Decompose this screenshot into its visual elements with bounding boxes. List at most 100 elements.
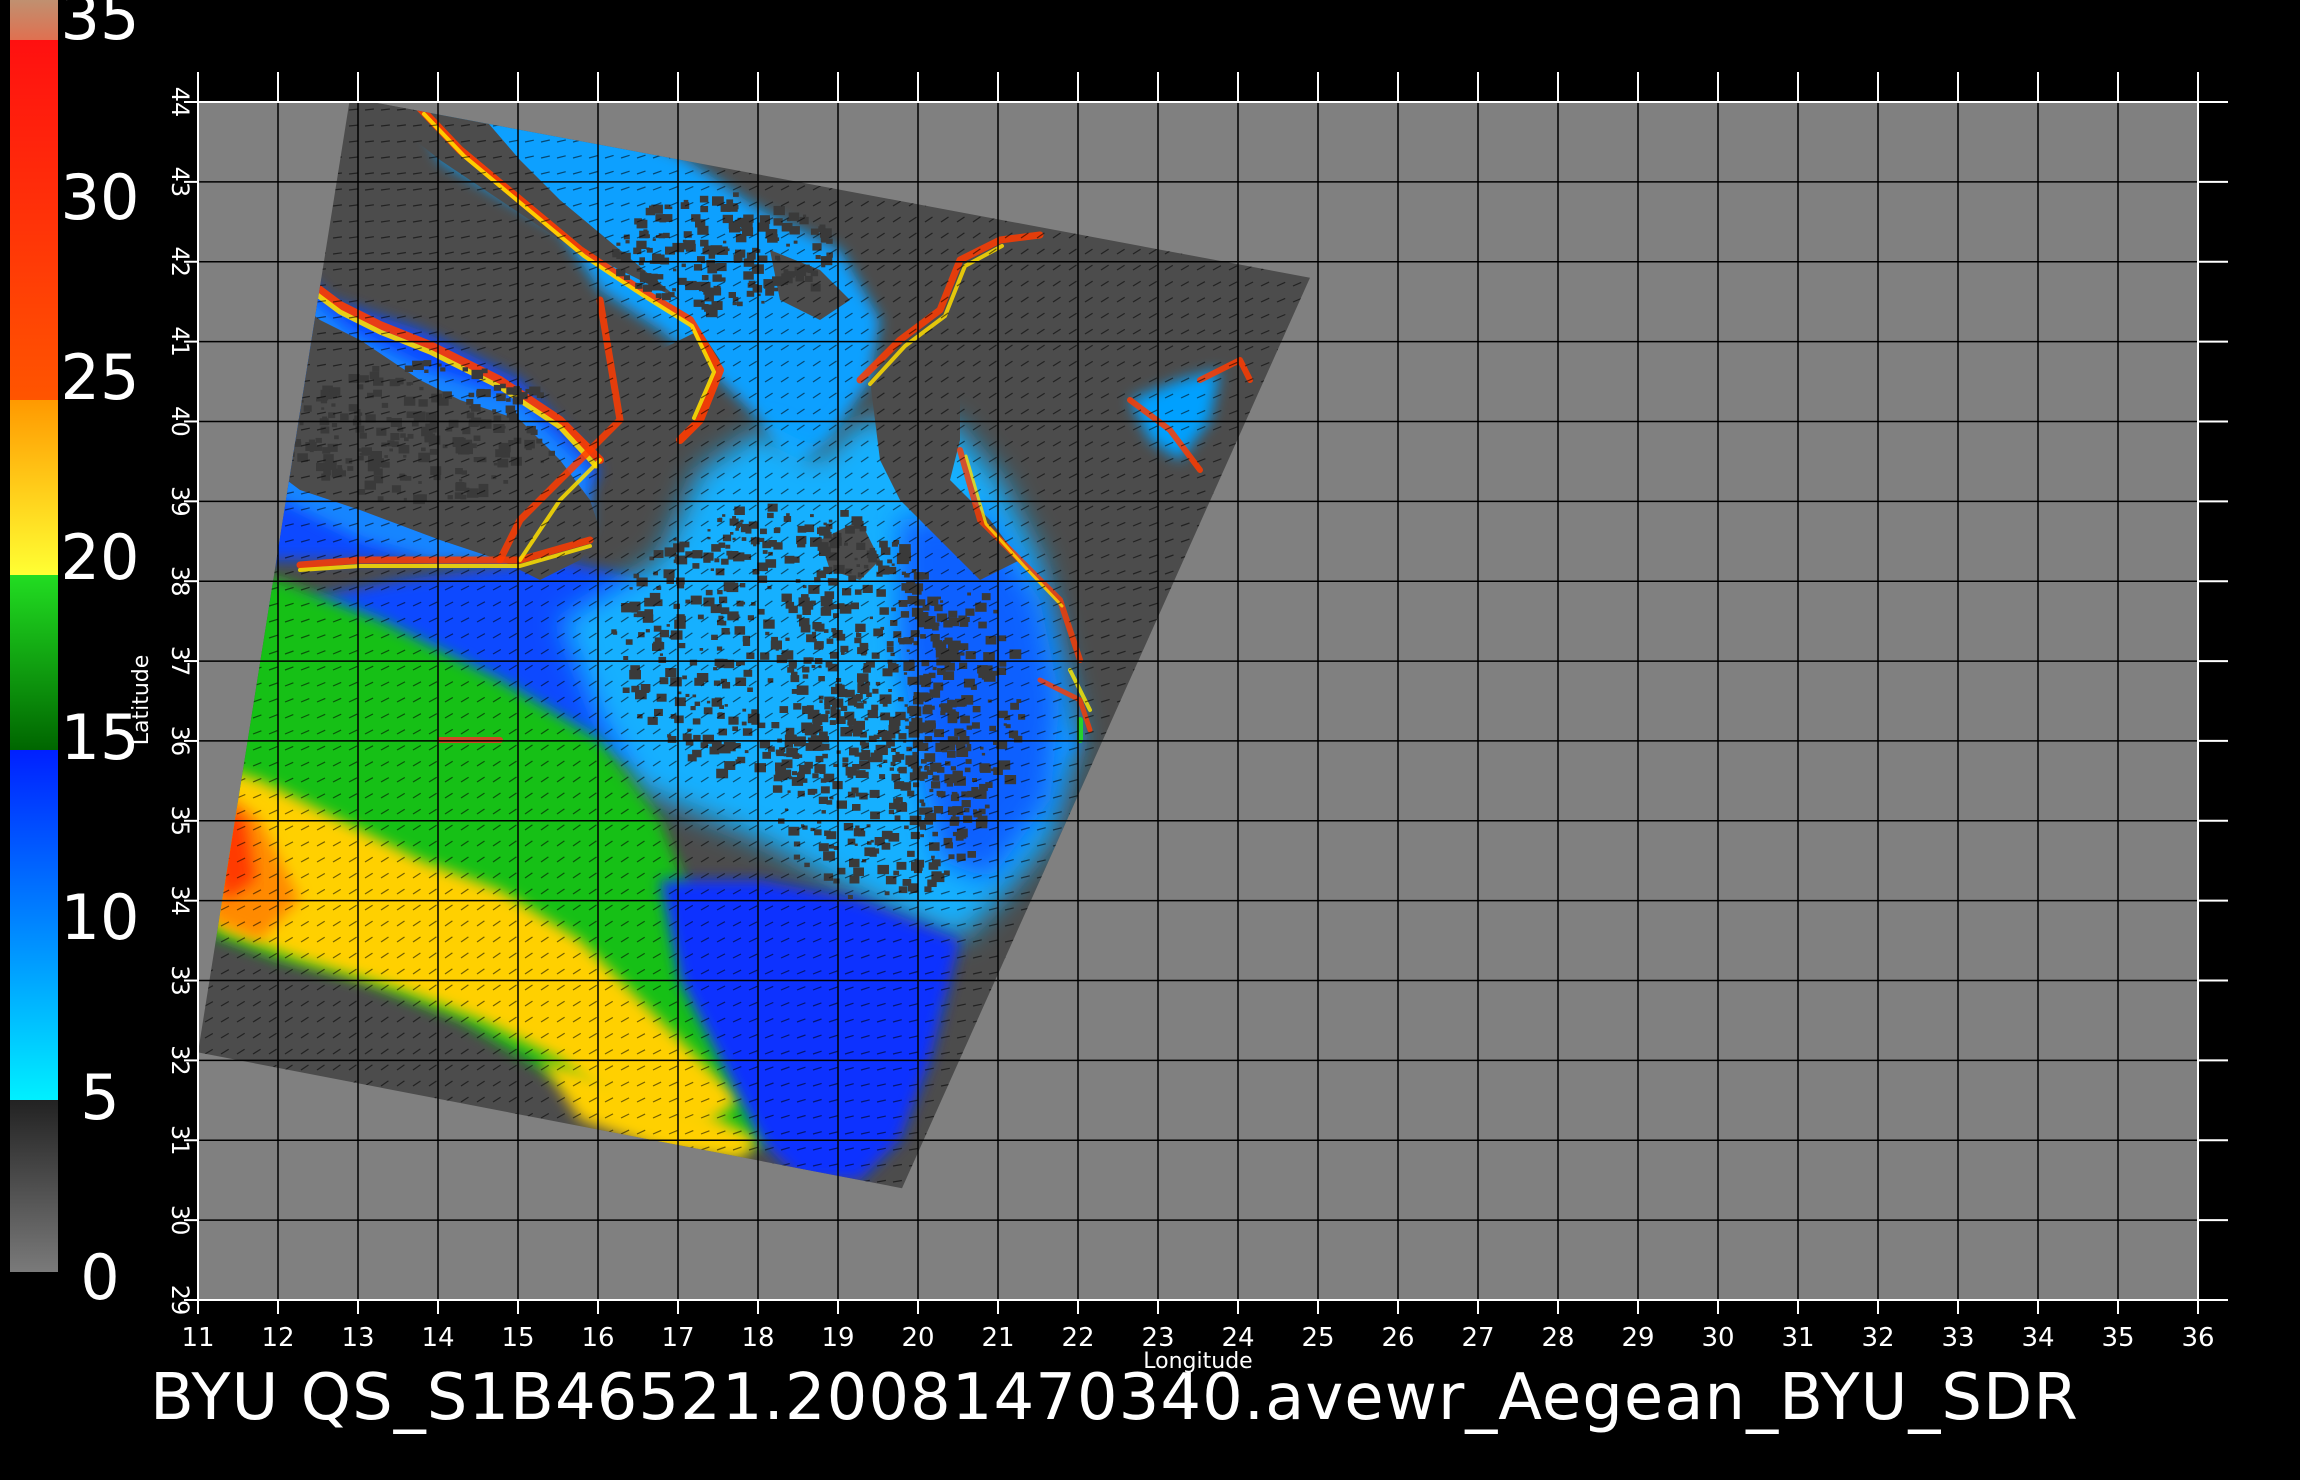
speckle [730,532,734,535]
speckle [502,426,506,429]
speckle [673,603,680,609]
speckle [690,706,696,711]
speckle [405,476,412,481]
speckle [826,638,834,644]
speckle [623,656,629,660]
speckle [509,413,518,421]
speckle [900,611,910,618]
speckle [802,674,809,679]
speckle [869,616,873,620]
speckle [895,751,900,756]
speckle [940,711,946,716]
speckle [403,454,407,458]
speckle [872,848,880,854]
speckle [912,755,917,759]
speckle [682,541,690,548]
speckle [299,422,304,426]
speckle [924,886,932,893]
speckle [493,384,502,391]
speckle [775,749,782,755]
speckle [462,367,468,372]
speckle [736,614,740,618]
speckle [337,465,343,469]
speckle [759,215,770,224]
speckle [964,767,971,773]
speckle [389,448,393,452]
speckle [847,718,857,726]
speckle [852,804,861,811]
speckle [403,497,407,501]
speckle [765,631,770,636]
speckle [316,445,323,451]
speckle [776,654,787,664]
speckle [726,199,734,205]
speckle [459,479,463,482]
speckle [668,292,675,298]
speckle [811,631,817,636]
speckle [844,542,848,546]
speckle [691,214,701,222]
speckle [692,694,697,698]
speckle [854,589,862,595]
speckle [664,547,677,557]
speckle [687,754,697,762]
speckle [993,609,998,614]
speckle [714,558,720,563]
speckle [854,637,862,644]
speckle [894,815,901,820]
speckle [947,750,956,758]
speckle [466,412,475,419]
speckle [683,199,689,204]
speckle [929,788,934,793]
speckle [814,764,826,774]
speckle [842,757,849,763]
speckle [886,641,894,647]
speckle [977,665,988,674]
speckle [793,240,798,244]
speckle [741,537,747,541]
speckle [692,718,701,725]
speckle [943,671,955,680]
speckle [758,722,766,729]
speckle [413,494,425,505]
speckle [612,248,620,255]
speckle [493,415,502,422]
speckle [493,462,498,466]
speckle [783,273,788,277]
speckle [930,634,940,642]
speckle [773,287,778,292]
speckle [481,368,488,374]
speckle [421,426,433,437]
speckle [421,447,426,452]
speckle [826,238,833,244]
speckle [888,689,892,692]
speckle [789,664,794,668]
colorbar-label: 15 [61,701,140,774]
speckle [652,253,662,261]
speckle [334,435,339,440]
speckle [967,851,976,858]
speckle [1010,702,1019,710]
speckle [372,366,380,372]
speckle [636,240,647,249]
speckle [716,768,729,779]
speckle [409,382,414,385]
speckle [692,550,703,559]
speckle [303,405,312,412]
speckle [828,519,833,523]
speckle [959,833,967,839]
speckle [786,243,790,247]
speckle [762,541,772,549]
speckle [386,417,392,421]
speckle [781,593,792,602]
speckle [818,676,825,682]
speckle [646,247,650,250]
colorbar-label: 0 [80,1241,119,1314]
speckle [429,448,438,455]
speckle [787,790,791,793]
speckle [774,237,780,241]
speckle [647,716,658,725]
speckle [384,455,388,458]
speckle [804,761,813,769]
speckle [682,675,687,680]
